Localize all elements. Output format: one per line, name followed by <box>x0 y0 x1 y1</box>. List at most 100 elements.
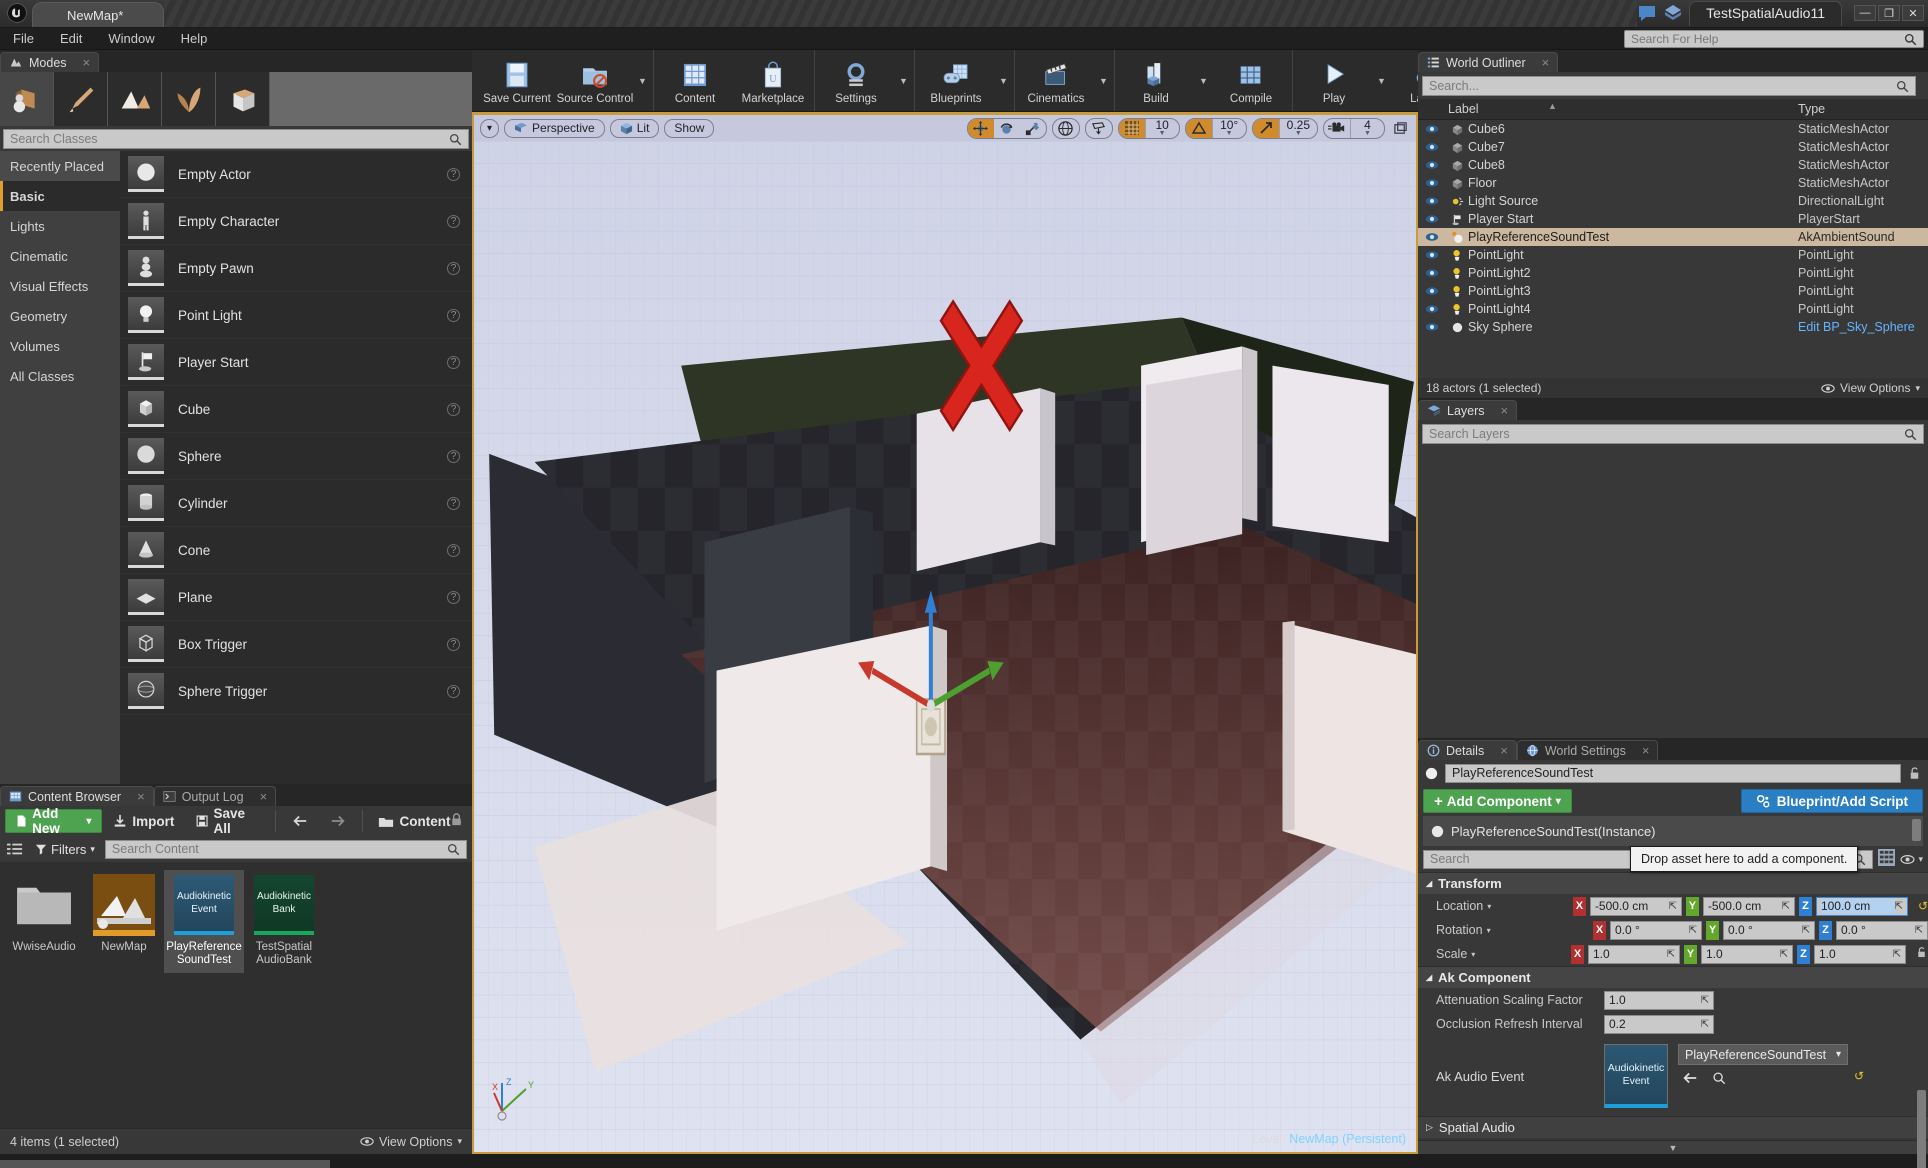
location-x-input[interactable]: -500.0 cm ⇱ <box>1589 896 1682 916</box>
viewport-3d-scene[interactable]: Z Y X Level: NewMap (Persistent) <box>474 141 1416 1152</box>
viewport-show-button[interactable]: Show <box>664 118 715 138</box>
sources-toggle-icon[interactable] <box>5 842 25 856</box>
scale-snap-value[interactable]: 0.25 ▼ <box>1278 118 1317 138</box>
list-item[interactable]: Empty Pawn ? <box>120 245 472 292</box>
table-row[interactable]: PointLight3 PointLight <box>1418 282 1928 300</box>
grid-snap-icon[interactable] <box>1118 118 1145 138</box>
help-icon[interactable]: ? <box>447 449 460 463</box>
close-button[interactable]: ✕ <box>1902 5 1924 21</box>
visibility-eye-icon[interactable] <box>1418 304 1446 314</box>
tab-modes-close-icon[interactable]: × <box>83 55 91 70</box>
help-icon[interactable]: ? <box>447 590 460 604</box>
spinner-icon[interactable]: ⇱ <box>1802 925 1810 936</box>
table-row[interactable]: Player Start PlayerStart <box>1418 210 1928 228</box>
table-row[interactable]: Cube7 StaticMeshActor <box>1418 138 1928 156</box>
blueprints-caret-icon[interactable]: ▼ <box>995 50 1012 111</box>
asset-tile-testspatialaudiobank[interactable]: Audiokinetic Bank TestSpatial AudioBank <box>244 870 324 973</box>
menu-edit[interactable]: Edit <box>47 28 95 50</box>
tab-layers-close-icon[interactable]: × <box>1501 403 1509 418</box>
reset-location-icon[interactable]: ↺ <box>1918 899 1928 913</box>
category-cinematic[interactable]: Cinematic <box>0 241 120 271</box>
import-button[interactable]: Import <box>102 806 185 836</box>
play-button[interactable]: Play <box>1295 50 1373 111</box>
angle-snap-value[interactable]: 10° ▼ <box>1211 118 1246 138</box>
rotation-z-input[interactable]: 0.0 ° ⇱ <box>1836 920 1928 940</box>
scale-snap-icon[interactable] <box>1252 118 1279 138</box>
tab-world-settings[interactable]: World Settings × <box>1516 740 1659 760</box>
search-classes-input[interactable]: Search Classes <box>3 129 469 149</box>
help-icon[interactable]: ? <box>447 684 460 698</box>
category-basic[interactable]: Basic <box>0 181 120 211</box>
foliage-mode-button[interactable] <box>162 72 216 126</box>
location-y-input[interactable]: -500.0 cm ⇱ <box>1702 896 1795 916</box>
table-row[interactable]: PointLight4 PointLight <box>1418 300 1928 318</box>
magnifier-icon[interactable] <box>1712 1071 1726 1088</box>
scale-gizmo-icon[interactable] <box>1020 119 1046 138</box>
visibility-eye-icon[interactable] <box>1418 232 1446 242</box>
tab-output-log-close-icon[interactable]: × <box>260 789 268 804</box>
world-outliner-view-options[interactable]: View Options ▾ <box>1821 381 1920 395</box>
column-header-label[interactable]: Label ▲ <box>1418 101 1798 116</box>
reset-ak-event-icon[interactable]: ↺ <box>1854 1069 1864 1083</box>
category-geometry[interactable]: Geometry <box>0 301 120 331</box>
save-all-button[interactable]: Save All <box>185 806 269 836</box>
category-visual-effects[interactable]: Visual Effects <box>0 271 120 301</box>
blueprint-add-script-button[interactable]: Blueprint/Add Script <box>1740 789 1923 813</box>
viewport-options-button[interactable]: ▾ <box>480 118 500 138</box>
tab-world-settings-close-icon[interactable]: × <box>1642 743 1650 758</box>
scale-x-input[interactable]: 1.0 ⇱ <box>1588 944 1680 964</box>
help-icon[interactable]: ? <box>447 402 460 416</box>
visibility-eye-icon[interactable] <box>1418 250 1446 260</box>
help-icon[interactable]: ? <box>447 261 460 275</box>
filters-button[interactable]: Filters ▾ <box>31 842 99 857</box>
scale-lock-icon[interactable] <box>1915 946 1928 962</box>
table-row[interactable]: PointLight2 PointLight <box>1418 264 1928 282</box>
component-tree-scrollbar[interactable] <box>1912 819 1921 841</box>
list-item[interactable]: Point Light ? <box>120 292 472 339</box>
minimize-button[interactable]: — <box>1854 5 1876 21</box>
cinematics-caret-icon[interactable]: ▼ <box>1095 50 1112 111</box>
list-item[interactable]: Player Start ? <box>120 339 472 386</box>
build-button[interactable]: Build <box>1117 50 1195 111</box>
source-control-button[interactable]: Source Control <box>556 50 634 111</box>
section-spatial-audio-header[interactable]: ▷ Spatial Audio <box>1418 1116 1928 1138</box>
add-new-button[interactable]: Add New ▾ <box>5 806 103 836</box>
layers-list[interactable] <box>1418 447 1928 738</box>
actor-name-field[interactable]: PlayReferenceSoundTest <box>1445 763 1901 783</box>
surface-snap-icon[interactable] <box>1086 119 1112 138</box>
asset-tile-newmap[interactable]: NewMap <box>84 870 164 960</box>
help-icon[interactable]: ? <box>447 214 460 228</box>
tab-content-browser[interactable]: Content Browser × <box>0 786 154 806</box>
occlusion-refresh-interval-input[interactable]: 0.2 ⇱ <box>1604 1014 1714 1034</box>
visibility-eye-icon[interactable] <box>1418 268 1446 278</box>
layers-search-input[interactable]: Search Layers <box>1422 424 1924 444</box>
visibility-eye-icon[interactable] <box>1418 124 1446 134</box>
help-icon[interactable]: ? <box>447 355 460 369</box>
compile-button[interactable]: Compile <box>1212 50 1290 111</box>
tab-world-outliner[interactable]: World Outliner × <box>1418 52 1559 72</box>
menu-help[interactable]: Help <box>168 28 221 50</box>
spinner-icon[interactable]: ⇱ <box>1895 901 1903 912</box>
ue-diamond-icon[interactable] <box>1663 3 1683 23</box>
table-row[interactable]: Light Source DirectionalLight <box>1418 192 1928 210</box>
spinner-icon[interactable]: ⇱ <box>1780 949 1788 960</box>
spinner-icon[interactable]: ⇱ <box>1915 925 1923 936</box>
rotate-gizmo-icon[interactable] <box>994 119 1020 138</box>
visibility-eye-icon[interactable] <box>1418 322 1446 332</box>
cinematics-button[interactable]: Cinematics <box>1017 50 1095 111</box>
project-tab[interactable]: NewMap* <box>32 2 165 27</box>
section-transform-header[interactable]: ◢ Transform <box>1418 872 1928 894</box>
menu-file[interactable]: File <box>0 28 47 50</box>
spinner-icon[interactable]: ⇱ <box>1701 1019 1709 1030</box>
property-label-scale[interactable]: Scale ▾ <box>1436 947 1571 961</box>
asset-tile-playreferencesoundtest[interactable]: Audiokinetic Event PlayReference SoundTe… <box>164 870 244 973</box>
list-item[interactable]: Sphere ? <box>120 433 472 480</box>
list-item[interactable]: Empty Character ? <box>120 198 472 245</box>
rotation-y-input[interactable]: 0.0 ° ⇱ <box>1723 920 1815 940</box>
list-item[interactable]: Empty Actor ? <box>120 151 472 198</box>
visibility-eye-icon[interactable] <box>1418 160 1446 170</box>
spinner-icon[interactable]: ⇱ <box>1893 949 1901 960</box>
visibility-eye-icon[interactable] <box>1418 178 1446 188</box>
help-icon[interactable]: ? <box>447 543 460 557</box>
help-icon[interactable]: ? <box>447 637 460 651</box>
